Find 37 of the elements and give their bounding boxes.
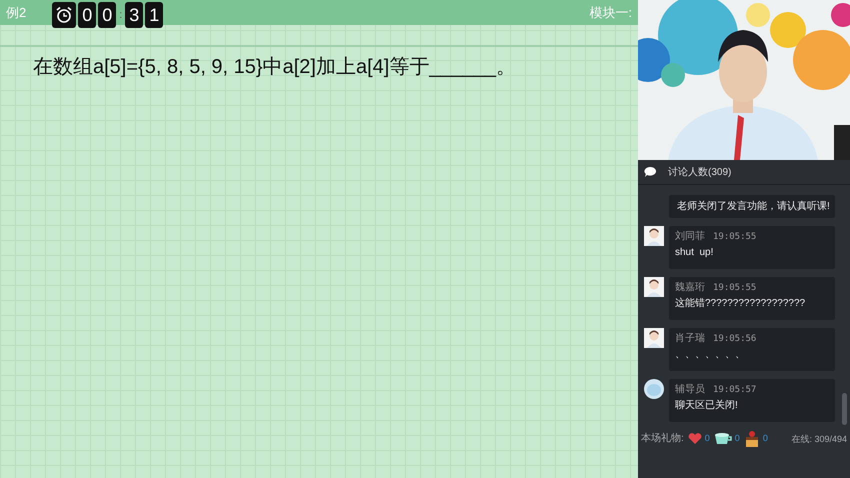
timer-digit: 0 xyxy=(78,2,96,28)
module-label: 模块一: xyxy=(589,4,632,22)
scrollbar-thumb xyxy=(842,393,847,425)
timer-digit: 0 xyxy=(98,2,116,28)
message-time: 19:05:55 xyxy=(713,231,756,243)
message-text: 聊天区已关闭! xyxy=(675,400,739,412)
avatar-icon xyxy=(644,277,664,297)
sender-name: 魏嘉珩 xyxy=(675,282,705,294)
avatar-icon xyxy=(644,379,664,399)
gift-count: 0 xyxy=(734,432,740,446)
sender-name: 肖子瑞 xyxy=(675,333,705,345)
cup-icon xyxy=(714,432,732,446)
chat-bubble-icon xyxy=(644,167,656,177)
timer-digit: 3 xyxy=(125,2,144,28)
question-text: 在数组a[5]={5, 8, 5, 9, 15}中a[2]加上a[4]等于______。 xyxy=(33,55,518,80)
message-time: 19:05:55 xyxy=(713,282,756,294)
gifts-label: 本场礼物: xyxy=(641,432,684,446)
timer-digit: 1 xyxy=(145,2,164,28)
system-message: 老师关闭了发言功能，请认真听课! xyxy=(669,195,835,218)
message-time: 19:05:57 xyxy=(713,384,756,396)
timer-separator: : xyxy=(118,8,124,23)
avatar-icon xyxy=(644,328,664,348)
message-time: 19:05:56 xyxy=(713,333,756,345)
heart-icon xyxy=(688,433,702,445)
avatar-icon xyxy=(644,226,664,246)
message-text: 这能错?????????????????? xyxy=(675,298,806,310)
gift-count: 0 xyxy=(704,432,710,446)
chat-title: 讨论人数(309) xyxy=(668,166,732,180)
sender-name: 刘同菲 xyxy=(675,231,705,243)
online-count: 在线: 309/494 xyxy=(791,433,847,446)
message-text: 、、、、、、、 xyxy=(675,349,746,361)
example-label: 例2 xyxy=(6,4,26,22)
message-text: shut up! xyxy=(675,247,714,259)
alarm-clock-icon xyxy=(52,2,76,28)
cake-icon xyxy=(744,430,760,448)
gift-count: 0 xyxy=(762,432,768,446)
sender-name: 辅导员 xyxy=(675,384,705,396)
